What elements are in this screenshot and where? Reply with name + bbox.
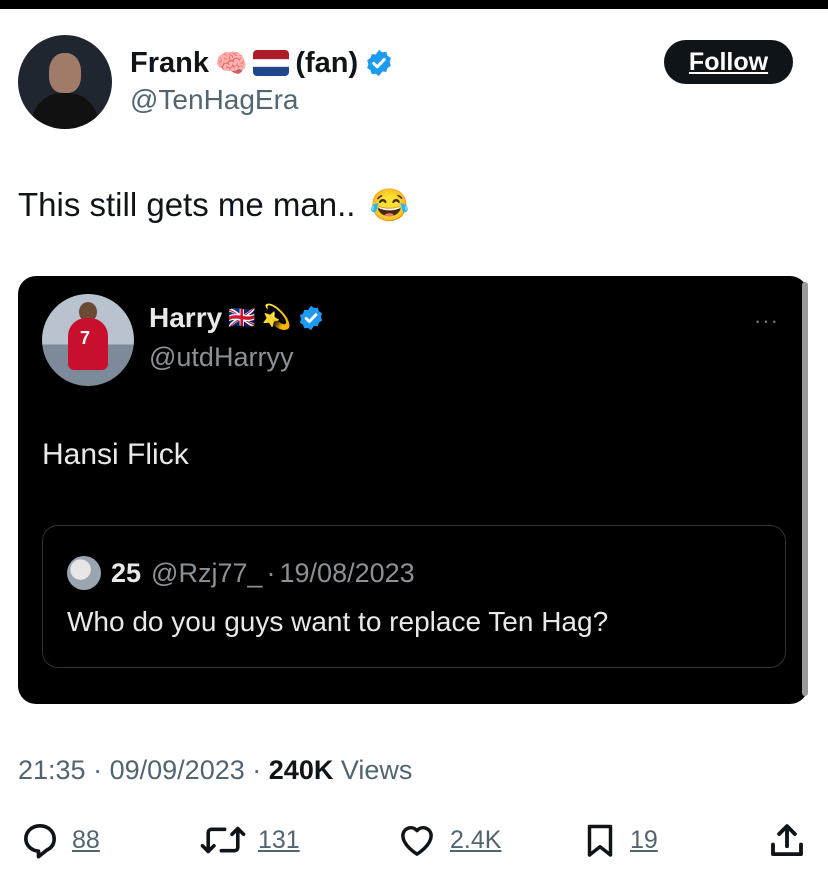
like-count: 2.4K <box>450 825 502 854</box>
laughing-emoji-icon: 😂 <box>369 187 410 223</box>
reply-icon <box>24 824 57 859</box>
bookmark-count: 19 <box>630 825 658 854</box>
quoted-author-avatar <box>67 556 101 590</box>
quoted-tweet: 25 @Rzj77_ · 19/08/2023 Who do you guys … <box>42 525 786 668</box>
quoted-separator: · <box>266 557 276 588</box>
follow-button[interactable]: Follow <box>664 40 793 84</box>
like-button[interactable]: 2.4K <box>396 820 501 860</box>
netherlands-flag-icon <box>253 50 290 76</box>
avatar-jersey-number: 7 <box>80 328 91 348</box>
author-handle[interactable]: @TenHagEra <box>130 84 299 116</box>
retweet-icon <box>200 826 246 854</box>
author-name-row[interactable]: Frank 🧠 (fan) <box>130 44 394 82</box>
quoted-tweet-header: 25 @Rzj77_ · 19/08/2023 <box>67 556 415 590</box>
share-button[interactable] <box>766 820 808 862</box>
reply-button[interactable]: 88 <box>20 820 100 860</box>
tweet-meta: 21:35 · 09/09/2023 · 240K Views <box>18 755 412 786</box>
more-options-icon: ··· <box>754 308 779 333</box>
retweet-count: 131 <box>258 825 300 854</box>
embedded-handle: @utdHarryy <box>149 342 294 372</box>
quoted-author-name: 25 <box>111 557 142 588</box>
tweet-time[interactable]: 21:35 <box>18 755 86 785</box>
quoted-tweet-text: Who do you guys want to replace Ten Hag? <box>67 606 609 637</box>
embedded-name-row: Harry 🇬🇧 💫 <box>149 302 325 334</box>
embedded-display-name: Harry <box>149 302 223 333</box>
verified-badge-icon <box>364 48 394 78</box>
brain-emoji-icon: 🧠 <box>214 48 248 78</box>
author-display-name[interactable]: Frank <box>130 47 209 80</box>
author-avatar[interactable] <box>18 35 112 129</box>
heart-icon <box>401 826 433 856</box>
bookmark-icon <box>587 824 613 857</box>
action-bar: 88 131 2.4K 19 <box>0 820 828 870</box>
dizzy-emoji-icon: 💫 <box>261 304 292 331</box>
bookmark-button[interactable]: 19 <box>582 820 658 860</box>
embedded-tweet-text: Hansi Flick <box>42 438 189 471</box>
retweet-button[interactable]: 131 <box>200 820 300 860</box>
embedded-tweet-image[interactable]: 7 Harry 🇬🇧 💫 @utdHarryy ··· Hansi Flick … <box>18 276 808 704</box>
tweet-text: This still gets me man.. 😂 <box>18 186 409 224</box>
share-icon <box>771 824 803 857</box>
meta-separator-2: · <box>252 755 262 785</box>
reply-count: 88 <box>72 825 100 854</box>
embedded-verified-badge-icon <box>297 304 325 332</box>
quoted-date: 19/08/2023 <box>279 557 415 588</box>
quoted-author-handle: @Rzj77_ <box>151 557 263 588</box>
views-count: 240K <box>268 755 334 785</box>
embed-scrollbar <box>802 282 808 696</box>
top-status-strip <box>0 0 828 9</box>
meta-separator: · <box>93 755 103 785</box>
tweet-date[interactable]: 09/09/2023 <box>110 755 245 785</box>
views-label: Views <box>340 755 413 785</box>
embedded-author-avatar: 7 <box>42 294 134 386</box>
uk-flag-icon: 🇬🇧 <box>228 305 256 330</box>
tweet-body: This still gets me man.. <box>18 186 356 223</box>
author-name-suffix: (fan) <box>295 46 359 79</box>
